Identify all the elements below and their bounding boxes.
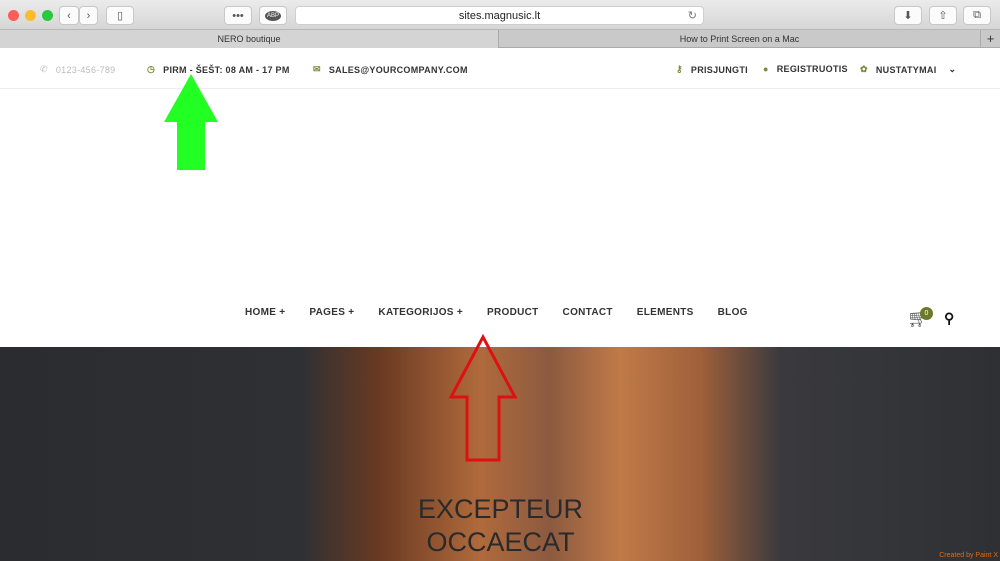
register-text[interactable]: REGISTRUOTIS: [777, 64, 848, 74]
settings-text[interactable]: NUSTATYMAI: [876, 65, 937, 75]
settings-dropdown[interactable]: ✿ NUSTATYMAI ⌄: [860, 64, 956, 75]
top-info-bar: ✆ 0123-456-789 ◷ PIRM - ŠEŠT: 08 AM - 17 P…: [0, 48, 1000, 89]
envelope-icon: ✉: [313, 64, 321, 74]
nav-contact[interactable]: CONTACT: [563, 307, 613, 318]
url-text: sites.magnusic.lt: [458, 10, 541, 22]
tab-print-screen[interactable]: How to Print Screen on a Mac: [498, 30, 980, 48]
reload-icon[interactable]: ↻: [688, 7, 697, 25]
gear-icon: ✿: [860, 64, 868, 74]
email[interactable]: ✉ SALES@YOURCOMPANY.COM: [313, 64, 468, 75]
key-icon: ⚷: [676, 64, 683, 74]
browser-toolbar: ‹ › ▯ ••• ABP sites.magnusic.lt ↻ ⬇ ⇧ ⧉: [0, 0, 1000, 30]
address-bar[interactable]: sites.magnusic.lt ↻: [295, 6, 704, 25]
hero-title: EXCEPTEUR OCCAECAT: [418, 493, 583, 559]
tabs-overview-button[interactable]: ⧉: [963, 6, 991, 25]
main-nav: HOME + PAGES + KATEGORIJOS + PRODUCT CON…: [245, 307, 748, 318]
register-link[interactable]: ● REGISTRUOTIS: [763, 64, 848, 74]
back-button[interactable]: ‹: [59, 6, 79, 25]
nav-kategorijos[interactable]: KATEGORIJOS +: [378, 307, 463, 318]
nav-elements[interactable]: ELEMENTS: [637, 307, 694, 318]
zoom-window-button[interactable]: [42, 10, 53, 21]
downloads-button[interactable]: ⬇: [894, 6, 922, 25]
green-arrow-annotation: [164, 74, 218, 170]
close-window-button[interactable]: [8, 10, 19, 21]
adblock-button[interactable]: ABP: [259, 6, 287, 25]
nav-blog[interactable]: BLOG: [718, 307, 748, 318]
nav-home[interactable]: HOME +: [245, 307, 285, 318]
red-arrow-shape: [448, 334, 518, 462]
red-arrow-annotation: [448, 334, 518, 462]
cart-count-badge: 0: [920, 307, 933, 320]
user-icon: ●: [763, 64, 769, 74]
phone-text: 0123-456-789: [55, 64, 116, 75]
adblock-icon: ABP: [264, 10, 281, 21]
tab-bar: NERO boutique How to Print Screen on a M…: [0, 30, 1000, 48]
share-button[interactable]: ⇧: [929, 6, 957, 25]
nav-pages[interactable]: PAGES +: [309, 307, 354, 318]
minimize-window-button[interactable]: [25, 10, 36, 21]
email-text[interactable]: SALES@YOURCOMPANY.COM: [329, 65, 468, 75]
phone: ✆ 0123-456-789: [40, 64, 116, 75]
hero-line-1: EXCEPTEUR: [418, 494, 584, 524]
hero-line-2: OCCAECAT: [426, 527, 575, 557]
login-text[interactable]: PRISJUNGTI: [691, 65, 748, 75]
watermark: Created by Paint X: [939, 552, 998, 559]
search-icon[interactable]: ⚲: [944, 310, 954, 327]
login-link[interactable]: ⚷ PRISJUNGTI: [676, 64, 748, 75]
extensions-button[interactable]: •••: [224, 6, 252, 25]
green-arrow-shape: [164, 74, 218, 170]
chevron-down-icon: ⌄: [948, 64, 957, 74]
phone-icon: ✆: [40, 64, 48, 74]
clock-icon: ◷: [147, 64, 156, 74]
nav-product[interactable]: PRODUCT: [487, 307, 539, 318]
cart-button[interactable]: 🛒︎ 0: [907, 307, 933, 329]
new-tab-button[interactable]: +: [980, 30, 1000, 48]
tab-nero-boutique[interactable]: NERO boutique: [0, 30, 498, 48]
forward-button[interactable]: ›: [79, 6, 98, 25]
sidebar-button[interactable]: ▯: [106, 6, 134, 25]
